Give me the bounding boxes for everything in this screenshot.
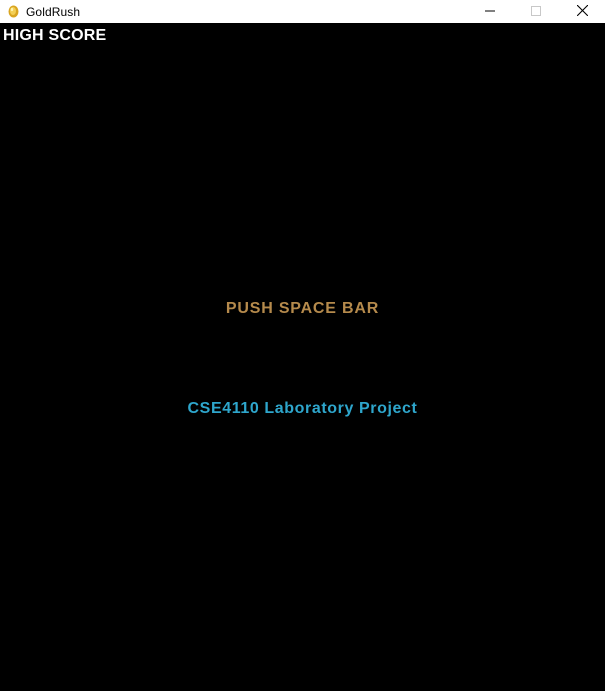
game-window: GoldRush HIGH SCORE PUSH SPACE BAR CSE41… — [0, 0, 605, 691]
title-bar[interactable]: GoldRush — [0, 0, 605, 23]
minimize-icon — [485, 3, 495, 21]
gold-coin-icon — [8, 5, 19, 18]
push-space-bar-prompt: PUSH SPACE BAR — [225, 300, 380, 317]
close-button[interactable] — [559, 0, 605, 23]
window-controls — [467, 0, 605, 23]
maximize-button[interactable] — [513, 0, 559, 23]
game-canvas[interactable]: HIGH SCORE PUSH SPACE BAR CSE4110 Labora… — [0, 23, 605, 691]
window-title: GoldRush — [26, 4, 81, 19]
maximize-icon — [531, 3, 541, 21]
project-credit-text: CSE4110 Laboratory Project — [187, 400, 418, 417]
high-score-label: HIGH SCORE — [3, 27, 107, 44]
minimize-button[interactable] — [467, 0, 513, 23]
close-icon — [576, 3, 588, 21]
